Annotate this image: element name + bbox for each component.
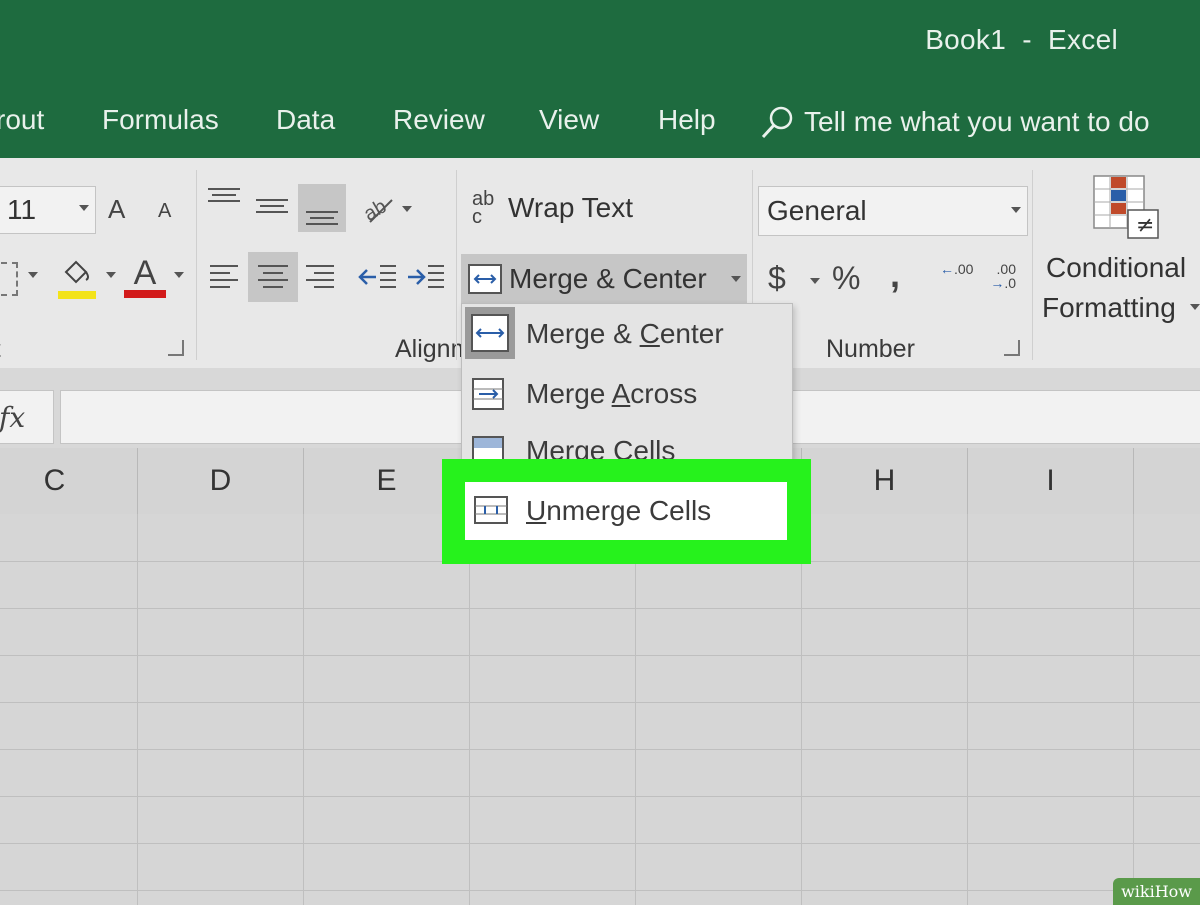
font-color-glyph: A [133, 254, 157, 292]
menu-item-label: Merge & Center [526, 318, 724, 349]
number-group-label: Number [826, 335, 915, 363]
top-align-icon[interactable] [206, 186, 242, 210]
tab-view[interactable]: View [539, 104, 599, 136]
align-center-icon [258, 265, 288, 288]
number-dialog-launcher[interactable] [1004, 340, 1020, 356]
grid-line [469, 514, 470, 905]
align-left-icon[interactable] [208, 262, 240, 292]
group-separator [456, 170, 457, 360]
menu-item-merge-across[interactable]: Merge Across [461, 365, 791, 423]
menu-item-label: Merge Across [526, 378, 698, 409]
font-size-box[interactable]: 11 [0, 186, 96, 234]
chevron-down-icon [731, 276, 741, 282]
conditional-formatting-icon[interactable]: ≠ [1092, 174, 1160, 240]
grid-line [801, 514, 802, 905]
merge-center-icon [465, 307, 515, 359]
increase-indent-icon[interactable] [406, 262, 446, 292]
font-size-value: 11 [7, 194, 37, 225]
chevron-down-icon[interactable] [1190, 304, 1200, 310]
group-separator [1032, 170, 1033, 360]
font-color-button[interactable]: A [124, 256, 166, 298]
fx-icon: fx [0, 400, 26, 434]
merge-center-icon [468, 264, 502, 294]
decrease-decimal-button[interactable]: .00 →.0 [984, 262, 1016, 296]
grid-line [635, 514, 636, 905]
number-format-select[interactable]: General [758, 186, 1028, 236]
chevron-down-icon[interactable] [810, 278, 820, 284]
borders-icon[interactable] [0, 262, 18, 296]
chevron-down-icon[interactable] [402, 206, 412, 212]
column-header-c[interactable]: C [0, 448, 138, 514]
bottom-align-icon [306, 211, 338, 225]
wrap-text-label: Wrap Text [508, 192, 634, 223]
grid-line [0, 843, 1200, 844]
grid-line [303, 514, 304, 905]
merge-across-icon [472, 378, 504, 410]
grid-line [967, 514, 968, 905]
wrap-text-button[interactable]: ab c Wrap Text [470, 188, 633, 228]
increase-decimal-button[interactable]: ←.00 [940, 262, 973, 296]
chevron-down-icon[interactable] [106, 272, 116, 278]
cell-grid[interactable] [0, 514, 1200, 905]
font-dialog-launcher[interactable] [168, 340, 184, 356]
tab-formulas[interactable]: Formulas [102, 104, 219, 136]
window-title: Book1 - Excel [925, 24, 1118, 55]
search-icon [761, 106, 793, 139]
comma-style-button[interactable]: , [890, 254, 900, 296]
grid-line [0, 702, 1200, 703]
tab-help[interactable]: Help [658, 104, 716, 136]
column-header-h[interactable]: H [802, 448, 968, 514]
grid-line [0, 796, 1200, 797]
fill-color-button[interactable] [58, 258, 96, 299]
tab-data[interactable]: Data [276, 104, 335, 136]
insert-function-button[interactable]: fx [0, 390, 54, 444]
align-center-button[interactable] [248, 252, 298, 302]
tell-me-box[interactable]: Tell me what you want to do [760, 104, 1150, 140]
shrink-font-button[interactable]: A [158, 200, 171, 223]
column-header-i[interactable]: I [968, 448, 1134, 514]
tell-me-text: Tell me what you want to do [804, 106, 1150, 137]
decrease-indent-icon[interactable] [358, 262, 398, 292]
menu-item-merge-cells[interactable]: Merge Cells [461, 425, 791, 461]
currency-button[interactable]: $ [768, 260, 786, 297]
svg-text:≠: ≠ [1136, 213, 1154, 238]
grow-font-button[interactable]: A [108, 194, 125, 225]
group-separator [196, 170, 197, 360]
grid-line [0, 608, 1200, 609]
conditional-formatting-label-2[interactable]: Formatting [1042, 292, 1176, 324]
chevron-down-icon [1011, 207, 1021, 213]
tab-page-layout[interactable]: rout [0, 104, 44, 136]
wrap-text-icon: ab c [472, 188, 495, 228]
menu-item-label: Merge Cells [526, 435, 676, 461]
column-header-d[interactable]: D [138, 448, 304, 514]
grid-line [1133, 514, 1134, 905]
merge-center-button[interactable]: Merge & Center [461, 254, 747, 304]
percent-button[interactable]: % [832, 260, 860, 297]
tab-review[interactable]: Review [393, 104, 485, 136]
paint-bucket-icon [64, 260, 89, 284]
grid-line [0, 655, 1200, 656]
svg-text:ab: ab [362, 195, 390, 225]
merge-center-label: Merge & Center [509, 263, 707, 294]
chevron-down-icon [79, 205, 89, 211]
orientation-icon[interactable]: ab [362, 192, 400, 226]
menu-item-merge-center[interactable]: Merge & Center [461, 305, 791, 363]
unmerge-cells-icon [474, 496, 508, 524]
grid-line [137, 514, 138, 905]
middle-align-icon[interactable] [254, 196, 290, 220]
merge-cells-icon [472, 436, 504, 461]
align-right-icon[interactable] [304, 262, 336, 292]
wikihow-watermark: wikiHow [1113, 878, 1200, 905]
grid-line [0, 890, 1200, 891]
conditional-formatting-label-1[interactable]: Conditional [1046, 252, 1186, 284]
font-group-label: t [0, 336, 1, 364]
grid-line [0, 749, 1200, 750]
bottom-align-button[interactable] [298, 184, 346, 232]
menu-item-unmerge-cells[interactable]: Unmerge Cells [465, 482, 787, 540]
menu-item-label: Unmerge Cells [526, 495, 712, 526]
chevron-down-icon[interactable] [28, 272, 38, 278]
number-format-value: General [767, 195, 867, 226]
chevron-down-icon[interactable] [174, 272, 184, 278]
